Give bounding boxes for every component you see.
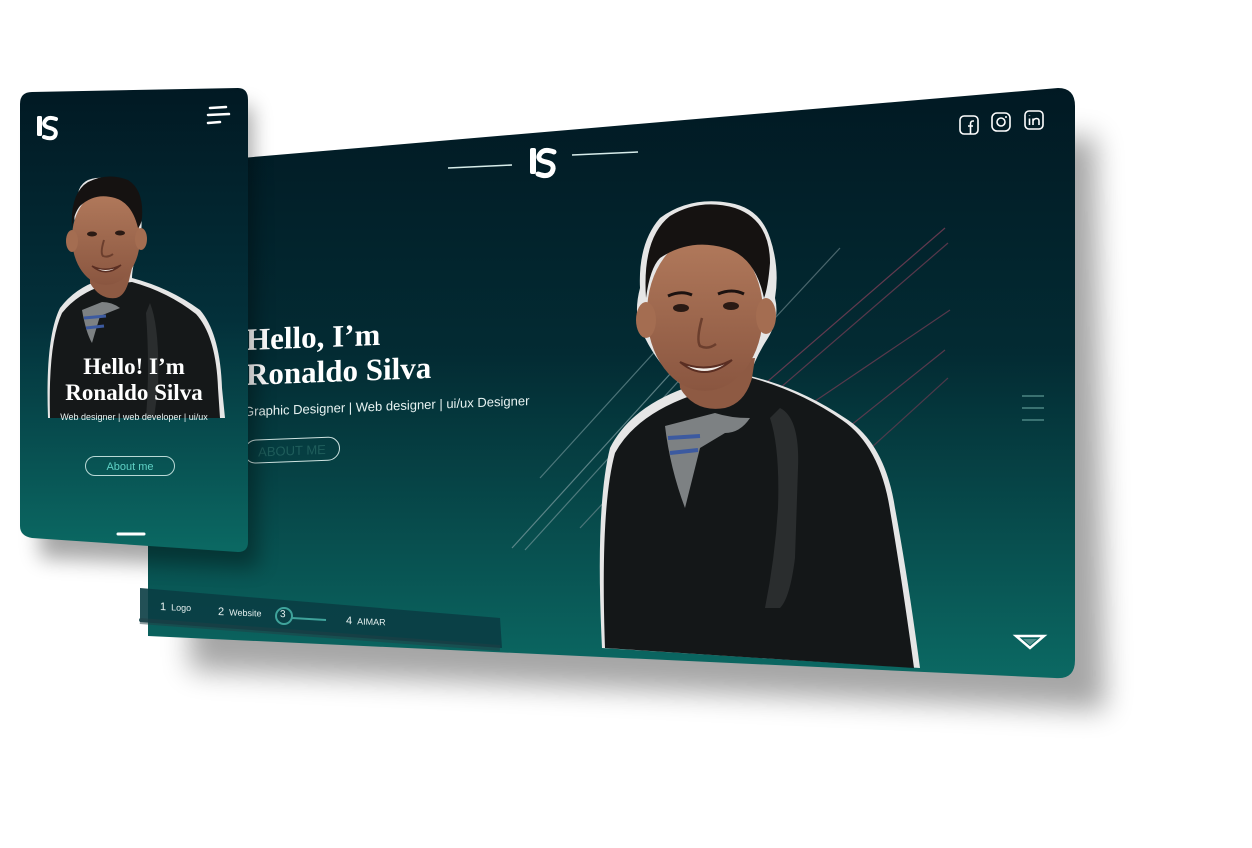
mobile-hero-subtitle: Web designer | web developer | ui/ux <box>60 412 208 422</box>
mobile-hero-title-line1: Hello! I’m <box>83 354 185 379</box>
nav-item-website[interactable]: 2 Website <box>218 606 261 620</box>
hero-title-line2: Ronaldo Silva <box>246 349 432 392</box>
mobile-about-me-button[interactable]: About me <box>85 456 175 476</box>
nav-item-number: 3 <box>280 609 286 621</box>
mobile-hero-title: Hello! I’m Ronaldo Silva <box>20 354 248 406</box>
nav-item-label: Logo <box>171 602 192 614</box>
mobile-hero-title-line2: Ronaldo Silva <box>65 380 203 405</box>
nav-item-number: 1 <box>160 601 167 614</box>
nav-item-label: AIMAR <box>357 616 386 628</box>
hero-title: Hello, I’m Ronaldo Silva <box>246 315 431 392</box>
mobile-screen <box>20 88 258 568</box>
nav-item-number: 2 <box>218 606 225 619</box>
about-me-button[interactable]: ABOUT ME <box>244 436 340 464</box>
nav-item-aimar[interactable]: 4 AIMAR <box>346 615 386 628</box>
mobile-mockup: Hello! I’m Ronaldo Silva Web designer | … <box>20 88 258 568</box>
desktop-mockup: Hello, I’m Ronaldo Silva Graphic Designe… <box>139 88 1105 710</box>
nav-item-label: Website <box>229 607 262 619</box>
nav-item-3[interactable]: 3 <box>280 609 291 620</box>
hero-title-line1: Hello, I’m <box>246 316 381 357</box>
nav-item-number: 4 <box>346 615 353 628</box>
nav-item-logo[interactable]: 1 Logo <box>160 601 191 614</box>
